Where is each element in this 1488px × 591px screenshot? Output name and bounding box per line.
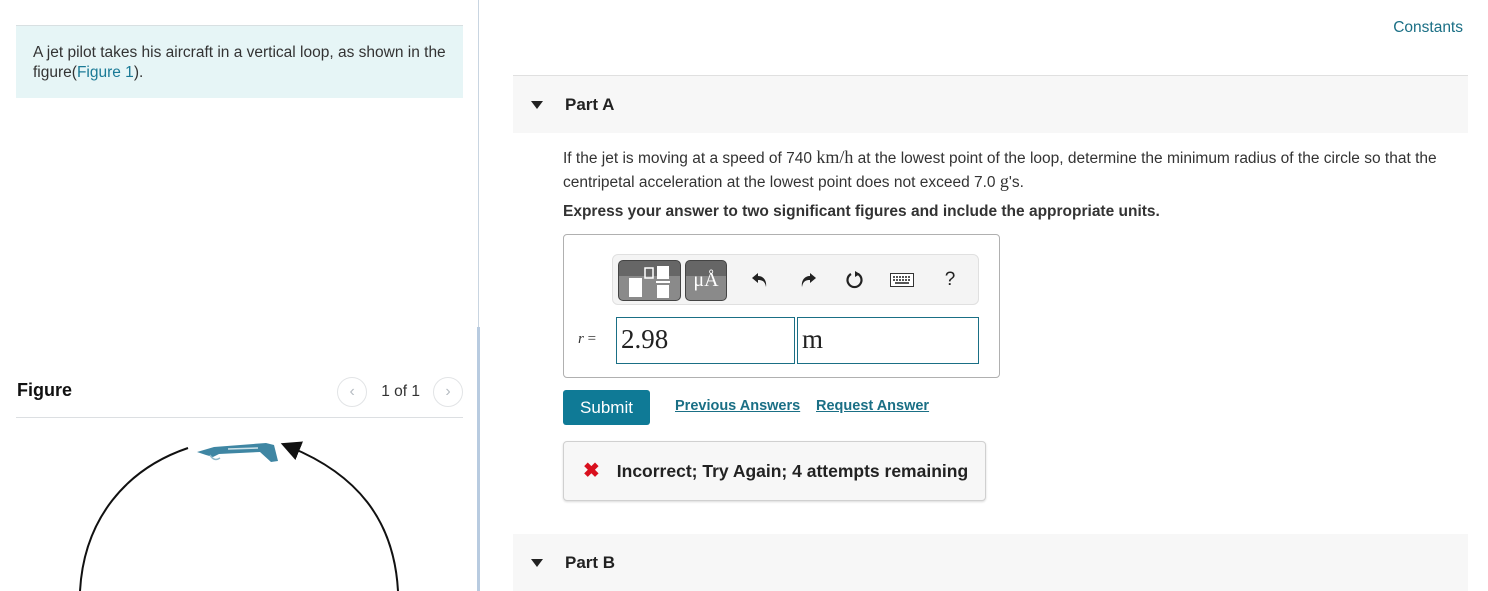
templates-icon (629, 266, 670, 298)
units-button[interactable]: μÅ (685, 260, 727, 301)
problem-pane: A jet pilot takes his aircraft in a vert… (0, 0, 478, 591)
keyboard-button[interactable] (890, 268, 914, 292)
figure-link[interactable]: Figure 1 (77, 64, 134, 81)
part-a-header[interactable]: Part A (513, 75, 1468, 133)
chevron-right-icon: › (445, 383, 451, 400)
pane-resize-handle[interactable] (477, 327, 480, 591)
speed-unit: km/h (816, 147, 854, 167)
figure-image (16, 419, 463, 591)
templates-button[interactable] (618, 260, 681, 301)
intro-text-end: ). (133, 64, 144, 81)
math-toolbar: μÅ ? (612, 254, 979, 305)
request-answer-link[interactable]: Request Answer (816, 398, 929, 414)
jet-icon (197, 443, 278, 462)
part-b-label: Part B (565, 552, 616, 572)
loop-arc-right (280, 441, 399, 591)
caret-down-icon (531, 558, 543, 567)
loop-arc-left (79, 447, 189, 591)
pane-divider (478, 0, 479, 327)
undo-button[interactable] (748, 268, 772, 292)
question-text: If the jet is moving at a speed of 740 k… (563, 146, 1468, 194)
figure-pager: ‹ 1 of 1 › (337, 377, 463, 407)
question-end: 's. (1008, 174, 1024, 191)
equals-sign: = (587, 331, 597, 347)
variable-label: r = (578, 331, 596, 348)
redo-icon (801, 273, 816, 287)
answer-value-input[interactable]: 2.98 (616, 317, 795, 364)
variable-symbol: r (578, 331, 584, 347)
part-a-label: Part A (565, 94, 615, 114)
submit-button[interactable]: Submit (563, 390, 650, 425)
previous-answers-link[interactable]: Previous Answers (675, 398, 800, 414)
reset-button[interactable] (843, 268, 867, 292)
keyboard-icon (890, 273, 914, 287)
figure-header: Figure ‹ 1 of 1 › (16, 376, 463, 418)
undo-icon (752, 273, 767, 287)
caret-down-icon (531, 100, 543, 109)
help-button[interactable]: ? (938, 268, 962, 292)
pager-text: 1 of 1 (381, 383, 420, 400)
figure-title: Figure (17, 380, 73, 400)
x-icon: ✖ (583, 460, 600, 482)
constants-link[interactable]: Constants (1393, 19, 1463, 37)
loop-diagram (79, 441, 399, 591)
answer-unit-input[interactable]: m (797, 317, 979, 364)
answer-instruction: Express your answer to two significant f… (563, 203, 1160, 220)
chevron-left-icon: ‹ (349, 383, 355, 400)
prev-figure-button[interactable]: ‹ (337, 377, 368, 407)
question-pre: If the jet is moving at a speed of 740 (563, 150, 817, 167)
next-figure-button[interactable]: › (433, 377, 463, 407)
problem-intro: A jet pilot takes his aircraft in a vert… (16, 25, 463, 98)
answer-box: μÅ ? r = 2.98 m (563, 234, 1000, 378)
g-symbol: g (999, 171, 1009, 191)
feedback-text: Incorrect; Try Again; 4 attempts remaini… (616, 460, 969, 481)
redo-button[interactable] (796, 268, 820, 292)
part-b-header[interactable]: Part B (513, 534, 1468, 591)
feedback-message: ✖ Incorrect; Try Again; 4 attempts remai… (563, 441, 986, 501)
reset-icon (846, 271, 863, 289)
